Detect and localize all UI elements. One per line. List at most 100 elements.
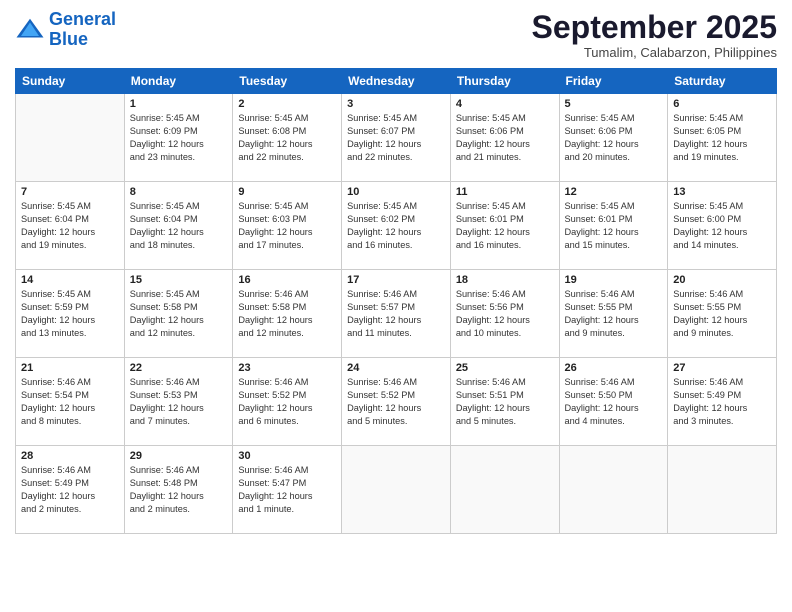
logo-text: General Blue (49, 10, 116, 50)
day-number: 21 (21, 362, 119, 374)
cell-info: Sunrise: 5:46 AMSunset: 5:49 PMDaylight:… (673, 376, 771, 428)
location: Tumalim, Calabarzon, Philippines (532, 45, 777, 60)
cell-info: Sunrise: 5:45 AMSunset: 6:06 PMDaylight:… (565, 112, 663, 164)
header: General Blue September 2025 Tumalim, Cal… (15, 10, 777, 60)
calendar-table: Sunday Monday Tuesday Wednesday Thursday… (15, 68, 777, 534)
month-title: September 2025 (532, 10, 777, 45)
cell-info: Sunrise: 5:46 AMSunset: 5:47 PMDaylight:… (238, 464, 336, 516)
calendar-cell: 22 Sunrise: 5:46 AMSunset: 5:53 PMDayligh… (124, 358, 233, 446)
logo-line1: General (49, 9, 116, 29)
day-number: 23 (238, 362, 336, 374)
calendar-cell: 2 Sunrise: 5:45 AMSunset: 6:08 PMDaylight… (233, 94, 342, 182)
page: General Blue September 2025 Tumalim, Cal… (0, 0, 792, 612)
day-number: 9 (238, 186, 336, 198)
day-number: 3 (347, 98, 445, 110)
calendar-week-4: 21Sunrise: 5:46 AMSunset: 5:54 PMDayligh… (16, 358, 777, 446)
calendar-week-3: 14 Sunrise: 5:45 AMSunset: 5:59 PMDayligh… (16, 270, 777, 358)
cell-info: Sunrise: 5:46 AMSunset: 5:50 PMDaylight:… (565, 376, 663, 428)
cell-info: Sunrise: 5:45 AMSunset: 5:59 PMDaylight:… (21, 288, 119, 340)
calendar-week-5: 28 Sunrise: 5:46 AMSunset: 5:49 PMDayligh… (16, 446, 777, 534)
calendar-cell: 1 Sunrise: 5:45 AMSunset: 6:09 PMDaylight… (124, 94, 233, 182)
header-saturday: Saturday (668, 69, 777, 94)
calendar-cell: 6Sunrise: 5:45 AMSunset: 6:05 PMDaylight… (668, 94, 777, 182)
day-number: 11 (456, 186, 554, 198)
calendar-cell: 12Sunrise: 5:45 AMSunset: 6:01 PMDayligh… (559, 182, 668, 270)
day-number: 22 (130, 362, 228, 374)
calendar-cell: 21Sunrise: 5:46 AMSunset: 5:54 PMDayligh… (16, 358, 125, 446)
calendar-cell: 20 Sunrise: 5:46 AMSunset: 5:55 PMDayligh… (668, 270, 777, 358)
calendar-cell: 9 Sunrise: 5:45 AMSunset: 6:03 PMDaylight… (233, 182, 342, 270)
day-number: 8 (130, 186, 228, 198)
cell-info: Sunrise: 5:45 AMSunset: 6:07 PMDaylight:… (347, 112, 445, 164)
header-friday: Friday (559, 69, 668, 94)
day-number: 14 (21, 274, 119, 286)
cell-info: Sunrise: 5:46 AMSunset: 5:57 PMDaylight:… (347, 288, 445, 340)
cell-info: Sunrise: 5:46 AMSunset: 5:56 PMDaylight:… (456, 288, 554, 340)
cell-info: Sunrise: 5:46 AMSunset: 5:52 PMDaylight:… (238, 376, 336, 428)
cell-info: Sunrise: 5:45 AMSunset: 6:02 PMDaylight:… (347, 200, 445, 252)
calendar-cell: 25Sunrise: 5:46 AMSunset: 5:51 PMDayligh… (450, 358, 559, 446)
header-monday: Monday (124, 69, 233, 94)
calendar-cell (668, 446, 777, 534)
day-number: 17 (347, 274, 445, 286)
day-number: 18 (456, 274, 554, 286)
cell-info: Sunrise: 5:45 AMSunset: 6:08 PMDaylight:… (238, 112, 336, 164)
day-number: 1 (130, 98, 228, 110)
calendar-cell: 3 Sunrise: 5:45 AMSunset: 6:07 PMDaylight… (342, 94, 451, 182)
calendar-header-row: Sunday Monday Tuesday Wednesday Thursday… (16, 69, 777, 94)
calendar-cell (16, 94, 125, 182)
calendar-cell: 27 Sunrise: 5:46 AMSunset: 5:49 PMDayligh… (668, 358, 777, 446)
cell-info: Sunrise: 5:46 AMSunset: 5:55 PMDaylight:… (565, 288, 663, 340)
cell-info: Sunrise: 5:45 AMSunset: 5:58 PMDaylight:… (130, 288, 228, 340)
cell-info: Sunrise: 5:45 AMSunset: 6:09 PMDaylight:… (130, 112, 228, 164)
cell-info: Sunrise: 5:46 AMSunset: 5:51 PMDaylight:… (456, 376, 554, 428)
calendar-cell (342, 446, 451, 534)
calendar-cell: 4 Sunrise: 5:45 AMSunset: 6:06 PMDaylight… (450, 94, 559, 182)
day-number: 27 (673, 362, 771, 374)
calendar-cell: 8 Sunrise: 5:45 AMSunset: 6:04 PMDaylight… (124, 182, 233, 270)
cell-info: Sunrise: 5:46 AMSunset: 5:55 PMDaylight:… (673, 288, 771, 340)
logo: General Blue (15, 10, 116, 50)
cell-info: Sunrise: 5:45 AMSunset: 6:01 PMDaylight:… (565, 200, 663, 252)
cell-info: Sunrise: 5:45 AMSunset: 6:01 PMDaylight:… (456, 200, 554, 252)
calendar-cell: 10 Sunrise: 5:45 AMSunset: 6:02 PMDayligh… (342, 182, 451, 270)
cell-info: Sunrise: 5:45 AMSunset: 6:00 PMDaylight:… (673, 200, 771, 252)
day-number: 16 (238, 274, 336, 286)
calendar-cell: 24 Sunrise: 5:46 AMSunset: 5:52 PMDayligh… (342, 358, 451, 446)
cell-info: Sunrise: 5:45 AMSunset: 6:03 PMDaylight:… (238, 200, 336, 252)
cell-info: Sunrise: 5:45 AMSunset: 6:06 PMDaylight:… (456, 112, 554, 164)
day-number: 30 (238, 450, 336, 462)
calendar-cell: 26Sunrise: 5:46 AMSunset: 5:50 PMDayligh… (559, 358, 668, 446)
day-number: 10 (347, 186, 445, 198)
header-thursday: Thursday (450, 69, 559, 94)
day-number: 7 (21, 186, 119, 198)
day-number: 5 (565, 98, 663, 110)
day-number: 20 (673, 274, 771, 286)
calendar-cell: 28 Sunrise: 5:46 AMSunset: 5:49 PMDayligh… (16, 446, 125, 534)
cell-info: Sunrise: 5:46 AMSunset: 5:53 PMDaylight:… (130, 376, 228, 428)
calendar-cell (559, 446, 668, 534)
calendar-cell: 29Sunrise: 5:46 AMSunset: 5:48 PMDayligh… (124, 446, 233, 534)
day-number: 4 (456, 98, 554, 110)
cell-info: Sunrise: 5:46 AMSunset: 5:58 PMDaylight:… (238, 288, 336, 340)
calendar-week-1: 1 Sunrise: 5:45 AMSunset: 6:09 PMDaylight… (16, 94, 777, 182)
calendar-cell: 18 Sunrise: 5:46 AMSunset: 5:56 PMDayligh… (450, 270, 559, 358)
cell-info: Sunrise: 5:46 AMSunset: 5:52 PMDaylight:… (347, 376, 445, 428)
logo-icon (15, 15, 45, 45)
header-wednesday: Wednesday (342, 69, 451, 94)
cell-info: Sunrise: 5:46 AMSunset: 5:49 PMDaylight:… (21, 464, 119, 516)
calendar-cell: 13Sunrise: 5:45 AMSunset: 6:00 PMDayligh… (668, 182, 777, 270)
day-number: 24 (347, 362, 445, 374)
cell-info: Sunrise: 5:45 AMSunset: 6:04 PMDaylight:… (21, 200, 119, 252)
header-sunday: Sunday (16, 69, 125, 94)
calendar-cell: 11 Sunrise: 5:45 AMSunset: 6:01 PMDayligh… (450, 182, 559, 270)
cell-info: Sunrise: 5:45 AMSunset: 6:04 PMDaylight:… (130, 200, 228, 252)
day-number: 2 (238, 98, 336, 110)
day-number: 28 (21, 450, 119, 462)
title-section: September 2025 Tumalim, Calabarzon, Phil… (532, 10, 777, 60)
calendar-cell: 19Sunrise: 5:46 AMSunset: 5:55 PMDayligh… (559, 270, 668, 358)
calendar-cell: 7 Sunrise: 5:45 AMSunset: 6:04 PMDaylight… (16, 182, 125, 270)
calendar-cell: 17 Sunrise: 5:46 AMSunset: 5:57 PMDayligh… (342, 270, 451, 358)
calendar-cell: 16 Sunrise: 5:46 AMSunset: 5:58 PMDayligh… (233, 270, 342, 358)
day-number: 29 (130, 450, 228, 462)
